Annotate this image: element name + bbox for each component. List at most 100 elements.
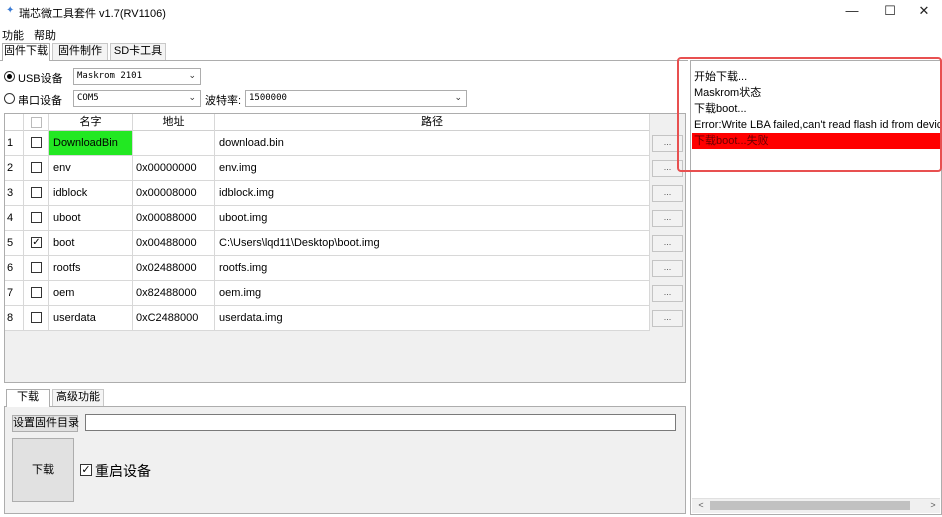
browse-file-button[interactable]: ... xyxy=(652,260,683,277)
table-row[interactable]: 4 uboot 0x00088000 uboot.img xyxy=(5,206,650,231)
maximize-button[interactable]: ☐ xyxy=(872,0,908,24)
partition-path[interactable]: uboot.img xyxy=(215,206,650,230)
partition-name[interactable]: oem xyxy=(49,281,133,305)
firmware-dir-input[interactable] xyxy=(85,414,676,431)
serial-port-value: COM5 xyxy=(77,93,99,103)
restart-device-label: 重启设备 xyxy=(95,463,151,479)
partition-address[interactable]: 0x00000000 xyxy=(133,156,215,180)
partition-address[interactable]: 0x82488000 xyxy=(133,281,215,305)
row-select[interactable]: ✓ xyxy=(24,231,49,255)
row-select[interactable] xyxy=(24,256,49,280)
row-index: 6 xyxy=(5,256,24,280)
row-checkbox[interactable] xyxy=(31,287,42,298)
row-select[interactable] xyxy=(24,181,49,205)
table-row[interactable]: 1 DownloadBin download.bin xyxy=(5,131,650,156)
table-row[interactable]: 2 env 0x00000000 env.img xyxy=(5,156,650,181)
browse-file-button[interactable]: ... xyxy=(652,310,683,327)
row-select[interactable] xyxy=(24,306,49,330)
header-name: 名字 xyxy=(49,114,133,131)
baud-rate-label: 波特率: xyxy=(205,95,242,107)
usb-device-label: USB设备 xyxy=(18,73,63,85)
partition-path[interactable]: download.bin xyxy=(215,131,650,155)
partition-path[interactable]: userdata.img xyxy=(215,306,650,330)
usb-device-select[interactable]: Maskrom 2101 ⌄ xyxy=(73,68,201,85)
serial-device-label: 串口设备 xyxy=(18,95,62,107)
app-icon: ✦ xyxy=(6,5,15,16)
row-index: 5 xyxy=(5,231,24,255)
serial-port-select[interactable]: COM5 ⌄ xyxy=(73,90,201,107)
partition-name[interactable]: DownloadBin xyxy=(49,131,133,155)
usb-device-radio[interactable] xyxy=(4,71,15,82)
download-button[interactable]: 下载 xyxy=(12,438,74,502)
row-select[interactable] xyxy=(24,156,49,180)
menu-function[interactable]: 功能 xyxy=(2,27,24,43)
row-select[interactable] xyxy=(24,206,49,230)
partition-address[interactable]: 0xC2488000 xyxy=(133,306,215,330)
scrollbar-thumb[interactable] xyxy=(710,501,910,510)
partition-name[interactable]: rootfs xyxy=(49,256,133,280)
partition-address[interactable]: 0x00008000 xyxy=(133,181,215,205)
header-path: 路径 xyxy=(215,114,650,131)
header-index xyxy=(5,114,24,131)
table-row[interactable]: 7 oem 0x82488000 oem.img xyxy=(5,281,650,306)
row-checkbox[interactable]: ✓ xyxy=(31,237,42,248)
browse-file-button[interactable]: ... xyxy=(652,285,683,302)
row-select[interactable] xyxy=(24,131,49,155)
tab-firmware-build[interactable]: 固件制作 xyxy=(52,43,108,60)
table-row[interactable]: 6 rootfs 0x02488000 rootfs.img xyxy=(5,256,650,281)
tab-divider xyxy=(0,60,688,61)
minimize-button[interactable]: — xyxy=(834,0,870,24)
row-index: 3 xyxy=(5,181,24,205)
row-checkbox[interactable] xyxy=(31,137,42,148)
partition-name[interactable]: idblock xyxy=(49,181,133,205)
tab-download[interactable]: 下载 xyxy=(6,389,50,407)
header-select-all[interactable] xyxy=(24,114,49,131)
partition-name[interactable]: userdata xyxy=(49,306,133,330)
row-index: 1 xyxy=(5,131,24,155)
baud-rate-value: 1500000 xyxy=(249,93,287,103)
table-row[interactable]: 8 userdata 0xC2488000 userdata.img xyxy=(5,306,650,331)
browse-file-button[interactable]: ... xyxy=(652,235,683,252)
annotation-highlight-box xyxy=(677,57,942,172)
row-index: 8 xyxy=(5,306,24,330)
window-title: 瑞芯微工具套件 v1.7(RV1106) xyxy=(19,8,166,20)
serial-device-radio[interactable] xyxy=(4,93,15,104)
partition-address[interactable] xyxy=(133,131,215,155)
row-checkbox[interactable] xyxy=(31,212,42,223)
tab-advanced[interactable]: 高级功能 xyxy=(52,389,104,406)
browse-file-button[interactable]: ... xyxy=(652,210,683,227)
row-select[interactable] xyxy=(24,281,49,305)
partition-path[interactable]: C:\Users\lqd11\Desktop\boot.img xyxy=(215,231,650,255)
partition-name[interactable]: uboot xyxy=(49,206,133,230)
table-header: 名字 地址 路径 xyxy=(5,114,650,131)
row-checkbox[interactable] xyxy=(31,162,42,173)
row-checkbox[interactable] xyxy=(31,187,42,198)
scroll-right-icon[interactable]: > xyxy=(926,499,940,512)
partition-name[interactable]: boot xyxy=(49,231,133,255)
row-index: 2 xyxy=(5,156,24,180)
table-row[interactable]: 3 idblock 0x00008000 idblock.img xyxy=(5,181,650,206)
partition-path[interactable]: oem.img xyxy=(215,281,650,305)
partition-name[interactable]: env xyxy=(49,156,133,180)
set-firmware-dir-button[interactable]: 设置固件目录 xyxy=(12,415,79,432)
scroll-left-icon[interactable]: < xyxy=(694,499,708,512)
baud-rate-select[interactable]: 1500000 ⌄ xyxy=(245,90,467,107)
table-row[interactable]: 5 ✓ boot 0x00488000 C:\Users\lqd11\Desktop\b… xyxy=(5,231,650,256)
menu-help[interactable]: 帮助 xyxy=(34,27,56,43)
partition-path[interactable]: rootfs.img xyxy=(215,256,650,280)
row-checkbox[interactable] xyxy=(31,312,42,323)
restart-device-checkbox[interactable]: ✓ xyxy=(80,464,92,476)
partition-address[interactable]: 0x00488000 xyxy=(133,231,215,255)
partition-path[interactable]: idblock.img xyxy=(215,181,650,205)
close-button[interactable]: ✕ xyxy=(906,0,942,24)
tab-firmware-download[interactable]: 固件下载 xyxy=(2,43,50,61)
partition-address[interactable]: 0x00088000 xyxy=(133,206,215,230)
header-address: 地址 xyxy=(133,114,215,131)
browse-file-button[interactable]: ... xyxy=(652,185,683,202)
partition-path[interactable]: env.img xyxy=(215,156,650,180)
chevron-down-icon: ⌄ xyxy=(454,93,462,103)
select-all-checkbox[interactable] xyxy=(31,117,42,128)
partition-address[interactable]: 0x02488000 xyxy=(133,256,215,280)
row-checkbox[interactable] xyxy=(31,262,42,273)
tab-sd-tool[interactable]: SD卡工具 xyxy=(110,43,166,60)
